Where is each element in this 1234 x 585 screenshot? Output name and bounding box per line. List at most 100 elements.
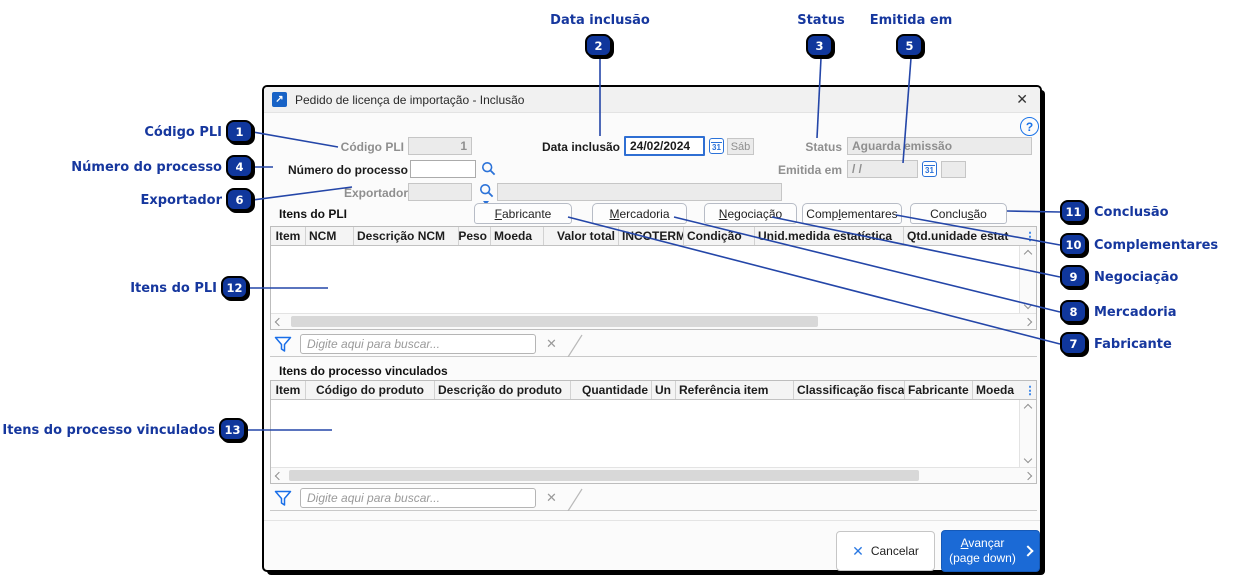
- table-header-row: Item Código do produto Descrição do prod…: [271, 381, 1036, 400]
- emitida-em-input: [847, 160, 918, 178]
- status-input: [847, 137, 1032, 155]
- itens-pli-filter-bar: ✕: [270, 334, 1037, 357]
- data-inclusao-label: Data inclusão: [541, 140, 620, 154]
- column-header[interactable]: Descrição do produto: [435, 381, 571, 399]
- column-header[interactable]: INCOTERM: [619, 227, 684, 245]
- callout-badge: 12: [221, 276, 248, 299]
- column-header[interactable]: Referência item: [676, 381, 794, 399]
- calendar-icon[interactable]: 31: [922, 161, 937, 177]
- column-header[interactable]: Unid.medida estatística: [755, 227, 904, 245]
- numero-processo-input[interactable]: [410, 160, 476, 178]
- exportador-name-input: [497, 183, 782, 201]
- callout-badge: 3: [806, 34, 833, 57]
- itens-pli-title: Itens do PLI: [279, 207, 348, 221]
- calendar-text: 31: [712, 143, 721, 153]
- column-header[interactable]: Qtd.unidade estat: [904, 227, 1024, 245]
- scroll-down-icon[interactable]: [1023, 300, 1033, 310]
- callout-label: Exportador: [140, 193, 222, 208]
- column-header[interactable]: Descrição NCM: [354, 227, 459, 245]
- import-license-dialog: ↗ Pedido de licença de importação - Incl…: [262, 85, 1042, 572]
- vertical-scrollbar[interactable]: [1019, 246, 1036, 313]
- table-body-empty: [271, 400, 1036, 467]
- filter-tab-edge: [567, 488, 583, 511]
- cancel-button[interactable]: ✕ Cancelar: [836, 531, 935, 571]
- column-header[interactable]: Moeda: [973, 381, 1024, 399]
- column-header[interactable]: Fabricante: [905, 381, 973, 399]
- callout-label: Complementares: [1094, 238, 1219, 253]
- search-icon[interactable]: [481, 161, 497, 177]
- column-header[interactable]: Moeda: [491, 227, 544, 245]
- horizontal-scrollbar[interactable]: [271, 467, 1036, 483]
- filter-icon[interactable]: [274, 336, 292, 353]
- close-icon[interactable]: ✕: [1012, 91, 1032, 108]
- help-icon[interactable]: ?: [1020, 117, 1039, 136]
- tab-negociacao[interactable]: Negociação: [704, 203, 797, 224]
- tab-mercadoria[interactable]: Mercadoria: [592, 203, 687, 224]
- column-header[interactable]: Código do produto: [306, 381, 435, 399]
- filter-tab-edge: [567, 334, 583, 357]
- callout-label: Emitida em: [869, 13, 953, 28]
- callout-label: Negociação: [1094, 270, 1179, 285]
- callout-badge: 9: [1060, 265, 1087, 288]
- tab-label: Mercadoria: [609, 207, 669, 221]
- scrollbar-thumb[interactable]: [291, 316, 818, 327]
- scrollbar-thumb[interactable]: [289, 470, 919, 481]
- column-menu-icon[interactable]: ⋮: [1024, 381, 1036, 399]
- callout-label: Data inclusão: [550, 13, 650, 28]
- callout-label: Fabricante: [1094, 337, 1172, 352]
- column-header[interactable]: Quantidade: [571, 381, 652, 399]
- vertical-scrollbar[interactable]: [1019, 400, 1036, 467]
- column-header[interactable]: Item: [271, 381, 306, 399]
- scroll-up-icon[interactable]: [1023, 249, 1033, 259]
- tab-label-part: ementares: [840, 206, 898, 221]
- scroll-right-icon[interactable]: [1020, 314, 1036, 329]
- scroll-down-icon[interactable]: [1023, 454, 1033, 464]
- callout-badge: 11: [1060, 200, 1087, 223]
- column-header[interactable]: Condição: [684, 227, 755, 245]
- itens-processo-table: Item Código do produto Descrição do prod…: [270, 380, 1037, 484]
- search-input[interactable]: [300, 488, 536, 508]
- callout-badge: 6: [226, 188, 253, 211]
- tab-accesskey: F: [494, 206, 502, 221]
- tab-fabricante[interactable]: Fabricante: [474, 203, 572, 224]
- scroll-left-icon[interactable]: [271, 468, 287, 483]
- tab-label-part: ão: [973, 206, 987, 221]
- tab-conclusao[interactable]: Conclusão: [910, 203, 1007, 224]
- callout-badge: 4: [226, 155, 253, 178]
- data-inclusao-input[interactable]: [624, 136, 705, 156]
- tab-complementares[interactable]: Complementares: [802, 203, 902, 224]
- callout-label: Itens do PLI: [130, 281, 217, 296]
- tab-label-part: Comp: [806, 206, 839, 221]
- cancel-label: Cancelar: [870, 544, 919, 558]
- numero-processo-label: Número do processo: [287, 163, 408, 177]
- clear-search-icon[interactable]: ✕: [546, 336, 557, 352]
- scroll-left-icon[interactable]: [271, 314, 287, 329]
- advance-button[interactable]: Avançar (page down): [941, 530, 1040, 572]
- tab-accesskey: M: [609, 206, 620, 221]
- cancel-x-icon: ✕: [852, 542, 864, 559]
- emitida-em-label: Emitida em: [777, 163, 842, 177]
- callout-label: Número do processo: [71, 160, 222, 175]
- column-header[interactable]: Item: [271, 227, 306, 245]
- column-header[interactable]: Un: [652, 381, 676, 399]
- filter-icon[interactable]: [274, 490, 292, 507]
- callout-badge: 13: [219, 418, 246, 441]
- advance-label-line2: (page down): [949, 551, 1016, 565]
- search-dropdown-icon[interactable]: [479, 183, 495, 199]
- scroll-up-icon[interactable]: [1023, 403, 1033, 413]
- calendar-icon[interactable]: 31: [709, 138, 724, 154]
- column-menu-icon[interactable]: ⋮: [1024, 227, 1036, 245]
- itens-processo-title: Itens do processo vinculados: [279, 364, 448, 378]
- title-bar: ↗ Pedido de licença de importação - Incl…: [264, 87, 1040, 113]
- horizontal-scrollbar[interactable]: [271, 313, 1036, 329]
- column-header[interactable]: NCM: [306, 227, 354, 245]
- scroll-right-icon[interactable]: [1020, 468, 1036, 483]
- advance-label: Avançar (page down): [949, 536, 1016, 566]
- clear-search-icon[interactable]: ✕: [546, 490, 557, 506]
- screenshot-canvas: ↗ Pedido de licença de importação - Incl…: [0, 0, 1234, 585]
- search-input[interactable]: [300, 334, 536, 354]
- tab-label-part: abricante: [501, 206, 552, 221]
- column-header[interactable]: Peso: [459, 227, 491, 245]
- column-header[interactable]: Valor total: [544, 227, 619, 245]
- column-header[interactable]: Classificação fiscal: [794, 381, 905, 399]
